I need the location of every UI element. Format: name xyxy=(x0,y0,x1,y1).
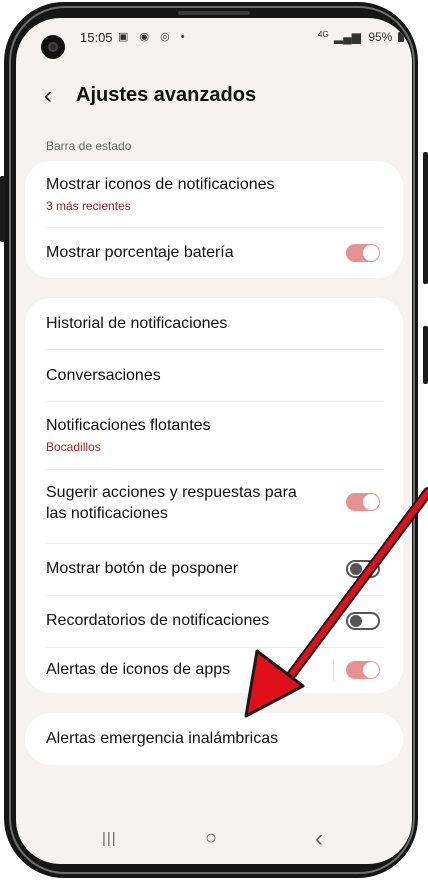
annotation-arrow xyxy=(244,487,428,718)
arrow-head xyxy=(244,649,305,718)
arrow-shaft xyxy=(286,489,428,681)
